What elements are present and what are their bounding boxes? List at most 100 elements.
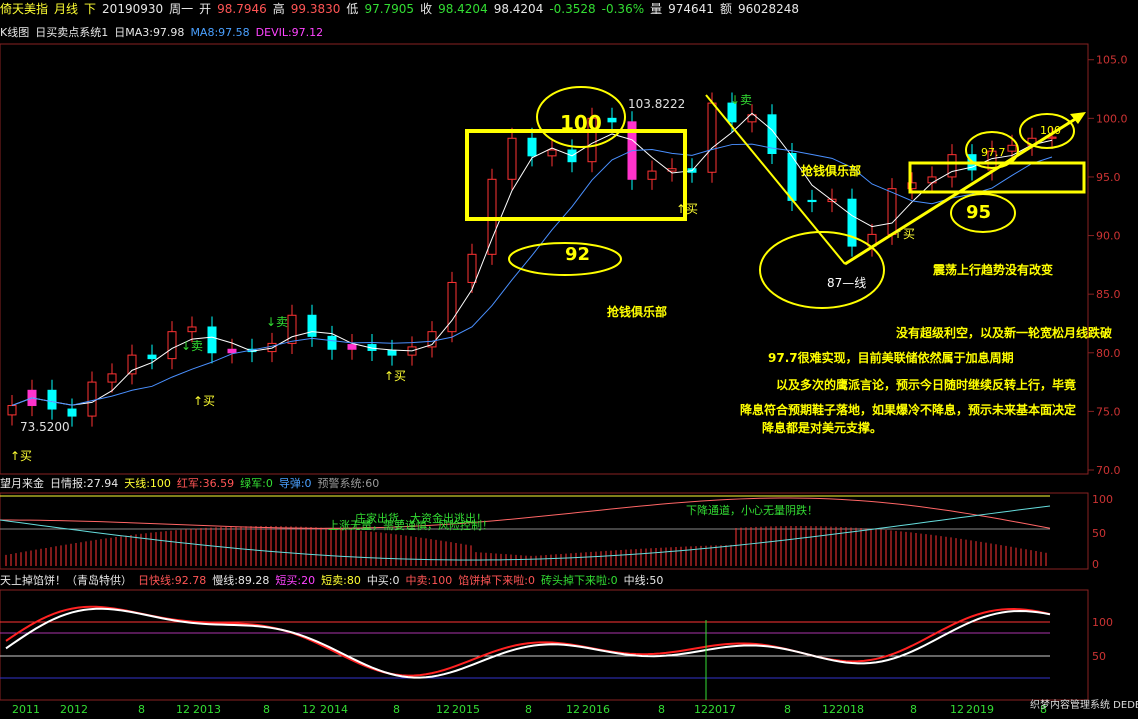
- panel2-fast-line: [5, 605, 1051, 677]
- candle-body: [187, 326, 197, 333]
- chart-canvas[interactable]: 105.0 100.0 95.0 90.0 85.0 80.0 75.0 70.0 73.52…: [0, 0, 1138, 719]
- club-label-2: 抢钱俱乐部: [607, 304, 667, 319]
- time-tick-label: 8: [138, 703, 145, 716]
- time-tick-label: 2017: [708, 703, 736, 716]
- panel1-curve-2: [0, 505, 1051, 561]
- candle-body: [707, 102, 717, 173]
- time-tick-label: 8: [393, 703, 400, 716]
- buy-signal-5: ↑买: [893, 227, 915, 241]
- price-tick-label: 70.0: [1096, 464, 1121, 477]
- candle-body: [607, 117, 617, 123]
- buy-signal-3: ↑买: [384, 369, 406, 383]
- candle-body: [467, 253, 477, 283]
- panel1-frame: [0, 492, 1089, 570]
- time-tick-label: 2013: [193, 703, 221, 716]
- price-tick-label: 100.0: [1096, 112, 1128, 125]
- price-tick-label: 85.0: [1096, 288, 1121, 301]
- candle-body: [267, 342, 277, 353]
- ma8-line: [11, 143, 1053, 406]
- time-tick-label: 12: [176, 703, 190, 716]
- comment-line-2: 97.7很难实现，目前美联储依然属于加息周期: [768, 350, 1014, 365]
- candle-body: [87, 381, 97, 417]
- time-tick-label: 2016: [582, 703, 610, 716]
- time-tick-label: 8: [784, 703, 791, 716]
- time-axis: 2011 2012 8 12 2013 8 12 2014 8 12 2015 8 12 2016 8 12 2…: [12, 703, 1047, 716]
- candle-body: [347, 344, 357, 350]
- circle-87: [759, 231, 885, 309]
- price-tick-label: 90.0: [1096, 230, 1121, 243]
- trend-comment: 震荡上行趋势没有改变: [933, 262, 1053, 277]
- time-tick-label: 8: [658, 703, 665, 716]
- sell-signal-2: ↓卖: [266, 315, 288, 329]
- panel1-note-2: 上涨无量，需要谨慎，风险控制！: [328, 518, 493, 532]
- time-tick-label: 8: [910, 703, 917, 716]
- candle-body: [647, 170, 657, 180]
- price-tick-label: 80.0: [1096, 347, 1121, 360]
- candles: [7, 92, 1057, 427]
- label-87: 87—线: [827, 276, 866, 290]
- candle-body: [307, 314, 317, 337]
- time-tick-label: 2011: [12, 703, 40, 716]
- label-97-7: 97.7: [981, 146, 1006, 159]
- candle-body: [227, 348, 237, 354]
- candle-body: [847, 198, 857, 247]
- time-tick-label: 8: [525, 703, 532, 716]
- label-100: 100: [560, 111, 602, 135]
- buy-signal-1: ↑买: [10, 449, 32, 463]
- candle-body: [507, 137, 517, 180]
- candle-body: [547, 149, 557, 157]
- panel1-indicator: [0, 495, 1051, 566]
- candle-body: [147, 354, 157, 360]
- comment-line-5: 降息都是对美元支撑。: [762, 420, 882, 435]
- price-axis: 105.0 100.0 95.0 90.0 85.0 80.0 75.0 70.0: [1088, 54, 1128, 477]
- candle-body: [1047, 136, 1057, 139]
- comment-line-3: 以及多次的鹰派言论，预示今日随时继续反转上行，毕竟: [776, 377, 1076, 392]
- sell-signal-3: ↓卖: [730, 93, 752, 107]
- label-92: 92: [565, 244, 590, 265]
- candle-body: [7, 405, 17, 416]
- candle-body: [287, 314, 297, 344]
- watermark: 织梦内容管理系统 DEDECMS.COM: [1030, 698, 1138, 711]
- time-tick-label: 12: [566, 703, 580, 716]
- time-tick-label: 2014: [320, 703, 348, 716]
- buy-signal-2: ↑买: [193, 394, 215, 408]
- label-95: 95: [966, 202, 991, 223]
- panel2-axis-50: 50: [1092, 650, 1106, 663]
- candle-body: [487, 178, 497, 255]
- buy-signal-4: ↑买: [676, 202, 698, 216]
- candle-body: [807, 199, 817, 203]
- club-label-1: 抢钱俱乐部: [801, 163, 861, 178]
- candle-body: [67, 408, 77, 417]
- panel2-indicator: [0, 605, 1051, 700]
- price-tick-label: 75.0: [1096, 405, 1121, 418]
- panel1-note-3: 下降通道，小心无量阴跌！: [686, 503, 818, 517]
- comment-line-4: 降息符合预期鞋子落地，如果爆冷不降息，预示未来基本面决定: [740, 402, 1076, 417]
- time-tick-label: 12: [950, 703, 964, 716]
- uptrend-arrow-line: [844, 114, 1081, 266]
- sell-signal-1: ↓卖: [181, 339, 203, 353]
- time-tick-label: 8: [263, 703, 270, 716]
- candle-body: [927, 176, 937, 184]
- time-tick-label: 12: [302, 703, 316, 716]
- low-price-label: 73.5200: [20, 420, 70, 434]
- panel1-axis-50: 50: [1092, 527, 1106, 540]
- candle-body: [327, 335, 337, 350]
- panel1-axis-0: 0: [1092, 558, 1099, 571]
- candle-body: [207, 326, 217, 354]
- panel1-axis-100: 100: [1092, 493, 1113, 506]
- candle-body: [167, 331, 177, 360]
- time-tick-label: 12: [436, 703, 450, 716]
- time-tick-label: 2019: [966, 703, 994, 716]
- candle-body: [527, 137, 537, 157]
- time-tick-label: 2018: [836, 703, 864, 716]
- panel1-curve: [0, 497, 1051, 529]
- time-tick-label: 12: [822, 703, 836, 716]
- label-100b: 100: [1040, 124, 1061, 137]
- time-tick-label: 12: [694, 703, 708, 716]
- candle-body: [47, 389, 57, 410]
- panel2-axis-100: 100: [1092, 616, 1113, 629]
- time-tick-label: 2015: [452, 703, 480, 716]
- candle-body: [1007, 144, 1017, 152]
- time-tick-label: 2012: [60, 703, 88, 716]
- candle-body: [387, 349, 397, 356]
